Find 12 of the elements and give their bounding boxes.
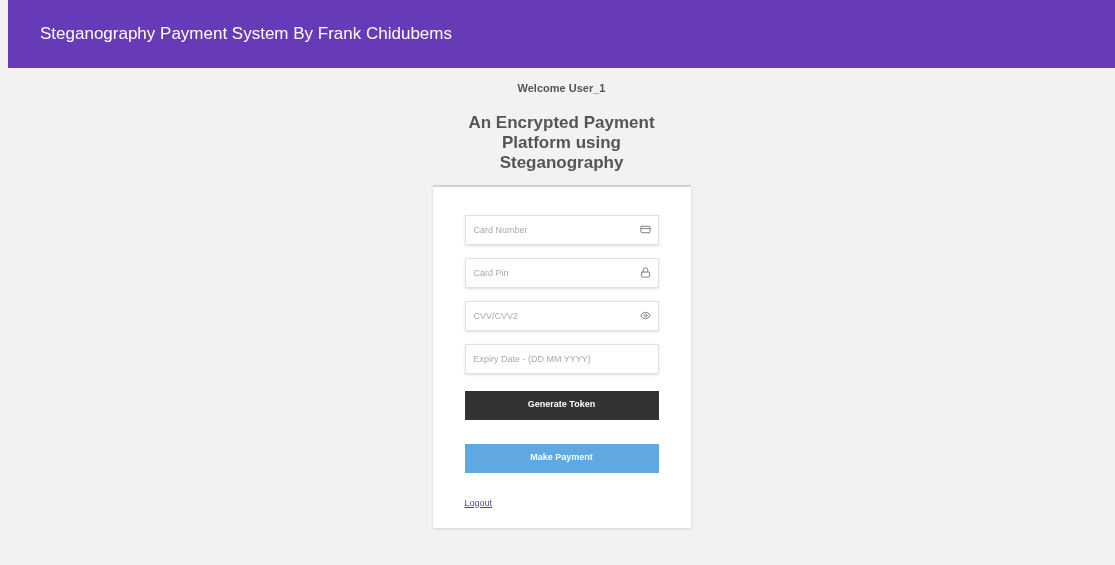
app-title: Steganography Payment System By Frank Chidubems — [40, 23, 452, 46]
lock-icon — [639, 266, 651, 278]
welcome-text: Welcome User_1 — [517, 81, 606, 96]
input-field[interactable]: Card Pin — [464, 257, 659, 288]
input-field[interactable]: Expiry Date - (DD MM YYYY) — [464, 343, 659, 374]
generate-button[interactable]: Generate Token — [464, 390, 659, 420]
input-field[interactable]: Card Number — [464, 214, 659, 245]
credit-card-icon — [639, 223, 651, 235]
input-field[interactable]: CVV/CVV2 — [464, 300, 659, 331]
page-heading: An Encrypted Payment Platform using Steganography — [467, 112, 656, 173]
logout-link[interactable]: Logout — [464, 496, 493, 510]
eye-icon — [639, 309, 651, 321]
